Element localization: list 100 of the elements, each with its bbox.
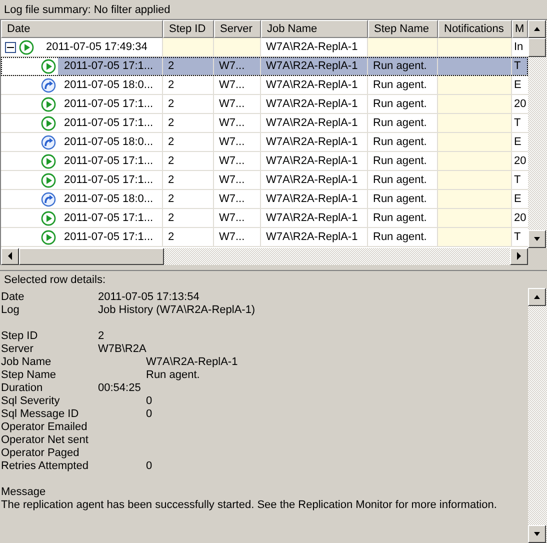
play-icon [41,210,56,226]
table-cell: 2 [163,133,214,152]
column-header[interactable]: Date [1,20,163,38]
table-cell: W7A\R2A-ReplA-1 [261,209,368,228]
table-row[interactable]: 2011-07-05 17:1... 2 W7... W7A\R2A-ReplA-1 Run agent. 20 [1,95,528,114]
table-cell: W7A\R2A-ReplA-1 [261,171,368,190]
column-header[interactable]: Job Name [261,20,368,38]
horizontal-scrollbar[interactable] [1,248,547,265]
message-label: Message [1,486,46,499]
table-cell: W7... [214,152,261,171]
detail-value: 0 [146,395,152,408]
table-cell: Run agent. [368,133,438,152]
column-header[interactable]: M [512,20,528,38]
detail-label: Date [1,291,24,304]
table-cell: W7... [214,133,261,152]
table-cell: W7... [214,171,261,190]
scrollbar-corner [528,248,547,265]
table-cell: 2 [163,152,214,171]
table-row[interactable]: 2011-07-05 17:49:34 W7A\R2A-ReplA-1 In [1,38,528,57]
table-cell: W7A\R2A-ReplA-1 [261,152,368,171]
play-icon [41,154,56,168]
table-cell: Run agent. [368,228,438,247]
table-cell: W7A\R2A-ReplA-1 [261,38,368,57]
table-row[interactable]: 2011-07-05 18:0... 2 W7... W7A\R2A-ReplA-1 Run agent. E [1,76,528,95]
detail-label: Server [1,343,34,356]
table-cell: Run agent. [368,152,438,171]
detail-label: Retries Attempted [1,460,88,473]
detail-value: Run agent. [146,369,200,382]
table-cell: 2 [163,57,214,76]
detail-label: Sql Message ID [1,408,79,421]
table-row[interactable]: 2011-07-05 17:1... 2 W7... W7A\R2A-ReplA-1 Run agent. 20 [1,152,528,171]
table-cell: Run agent. [368,95,438,114]
table-cell: W7A\R2A-ReplA-1 [261,114,368,133]
table-cell: W7A\R2A-ReplA-1 [261,57,368,76]
details-title: Selected row details: [3,274,106,287]
scroll-down-icon [533,236,541,242]
detail-label: Operator Paged [1,447,80,460]
table-cell: W7... [214,228,261,247]
scroll-up-icon [533,294,541,300]
table-row[interactable]: 2011-07-05 17:1... 2 W7... W7A\R2A-ReplA-1 Run agent. T [1,228,528,247]
detail-value: 00:54:25 [98,382,141,395]
detail-value: 2011-07-05 17:13:54 [98,291,200,304]
detail-value: 0 [146,460,152,473]
detail-label: Sql Severity [1,395,60,408]
table-cell: 2 [163,209,214,228]
detail-label: Operator Net sent [1,434,88,447]
table-cell: Run agent. [368,171,438,190]
table-cell: 2 [163,95,214,114]
column-header[interactable]: Step Name [368,20,438,38]
play-icon [41,96,56,112]
table-cell: 2 [163,190,214,209]
detail-value: Job History (W7A\R2A-ReplA-1) [98,304,256,317]
table-row[interactable]: 2011-07-05 18:0... 2 W7... W7A\R2A-ReplA-1 Run agent. E [1,133,528,152]
vertical-scrollbar[interactable] [528,20,547,248]
table-row[interactable]: 2011-07-05 17:1... 2 W7... W7A\R2A-ReplA-1 Run agent. 20 [1,209,528,228]
table-cell: W7... [214,209,261,228]
scroll-right-icon [516,252,522,261]
table-cell: 2 [163,114,214,133]
table-cell: W7A\R2A-ReplA-1 [261,190,368,209]
table-cell: W7... [214,114,261,133]
play-icon [19,40,34,54]
table-row[interactable]: 2011-07-05 17:1... 2 W7... W7A\R2A-ReplA-1 Run agent. T [1,171,528,190]
scroll-thumb[interactable] [19,248,164,265]
table-cell: W7A\R2A-ReplA-1 [261,95,368,114]
table-cell: 2011-07-05 17:1... [58,57,162,75]
collapse-toggle[interactable] [5,42,16,52]
table-cell: Run agent. [368,76,438,95]
scroll-down-icon [533,531,541,537]
play-icon [41,230,56,244]
vertical-scrollbar[interactable] [528,288,547,543]
table-cell: W7A\R2A-ReplA-1 [261,76,368,95]
table-cell: W7... [214,190,261,209]
detail-value: W7A\R2A-ReplA-1 [146,356,238,369]
column-header[interactable]: Notifications [438,20,512,38]
table-cell: W7... [214,95,261,114]
table-row[interactable]: 2011-07-05 17:1... 2 W7... W7A\R2A-ReplA-1 Run agent. T [1,57,528,76]
table-cell: Run agent. [368,190,438,209]
table-cell: T [512,57,528,76]
column-header[interactable]: Step ID [163,20,214,38]
summary-label: Log file summary: No filter applied [3,3,172,18]
play-icon [41,58,56,74]
detail-value: W7B\R2A [98,343,146,356]
table-cell: Run agent. [368,209,438,228]
table-cell: W7A\R2A-ReplA-1 [261,228,368,247]
detail-label: Operator Emailed [1,421,88,434]
scroll-up-icon [533,26,541,32]
table-cell: W7... [214,76,261,95]
column-header[interactable]: Server [214,20,261,38]
detail-label: Step Name [1,369,56,382]
scroll-thumb[interactable] [528,38,546,57]
table-cell: W7A\R2A-ReplA-1 [261,133,368,152]
detail-value: 2 [98,330,104,343]
scroll-left-icon [7,252,13,261]
detail-label: Duration [1,382,43,395]
table-row[interactable]: 2011-07-05 17:1... 2 W7... W7A\R2A-ReplA-1 Run agent. T [1,114,528,133]
table-row[interactable]: 2011-07-05 18:0... 2 W7... W7A\R2A-ReplA-1 Run agent. E [1,190,528,209]
table-cell: 2 [163,76,214,95]
play-icon [41,116,56,130]
detail-label: Step ID [1,330,38,343]
detail-value: 0 [146,408,152,421]
